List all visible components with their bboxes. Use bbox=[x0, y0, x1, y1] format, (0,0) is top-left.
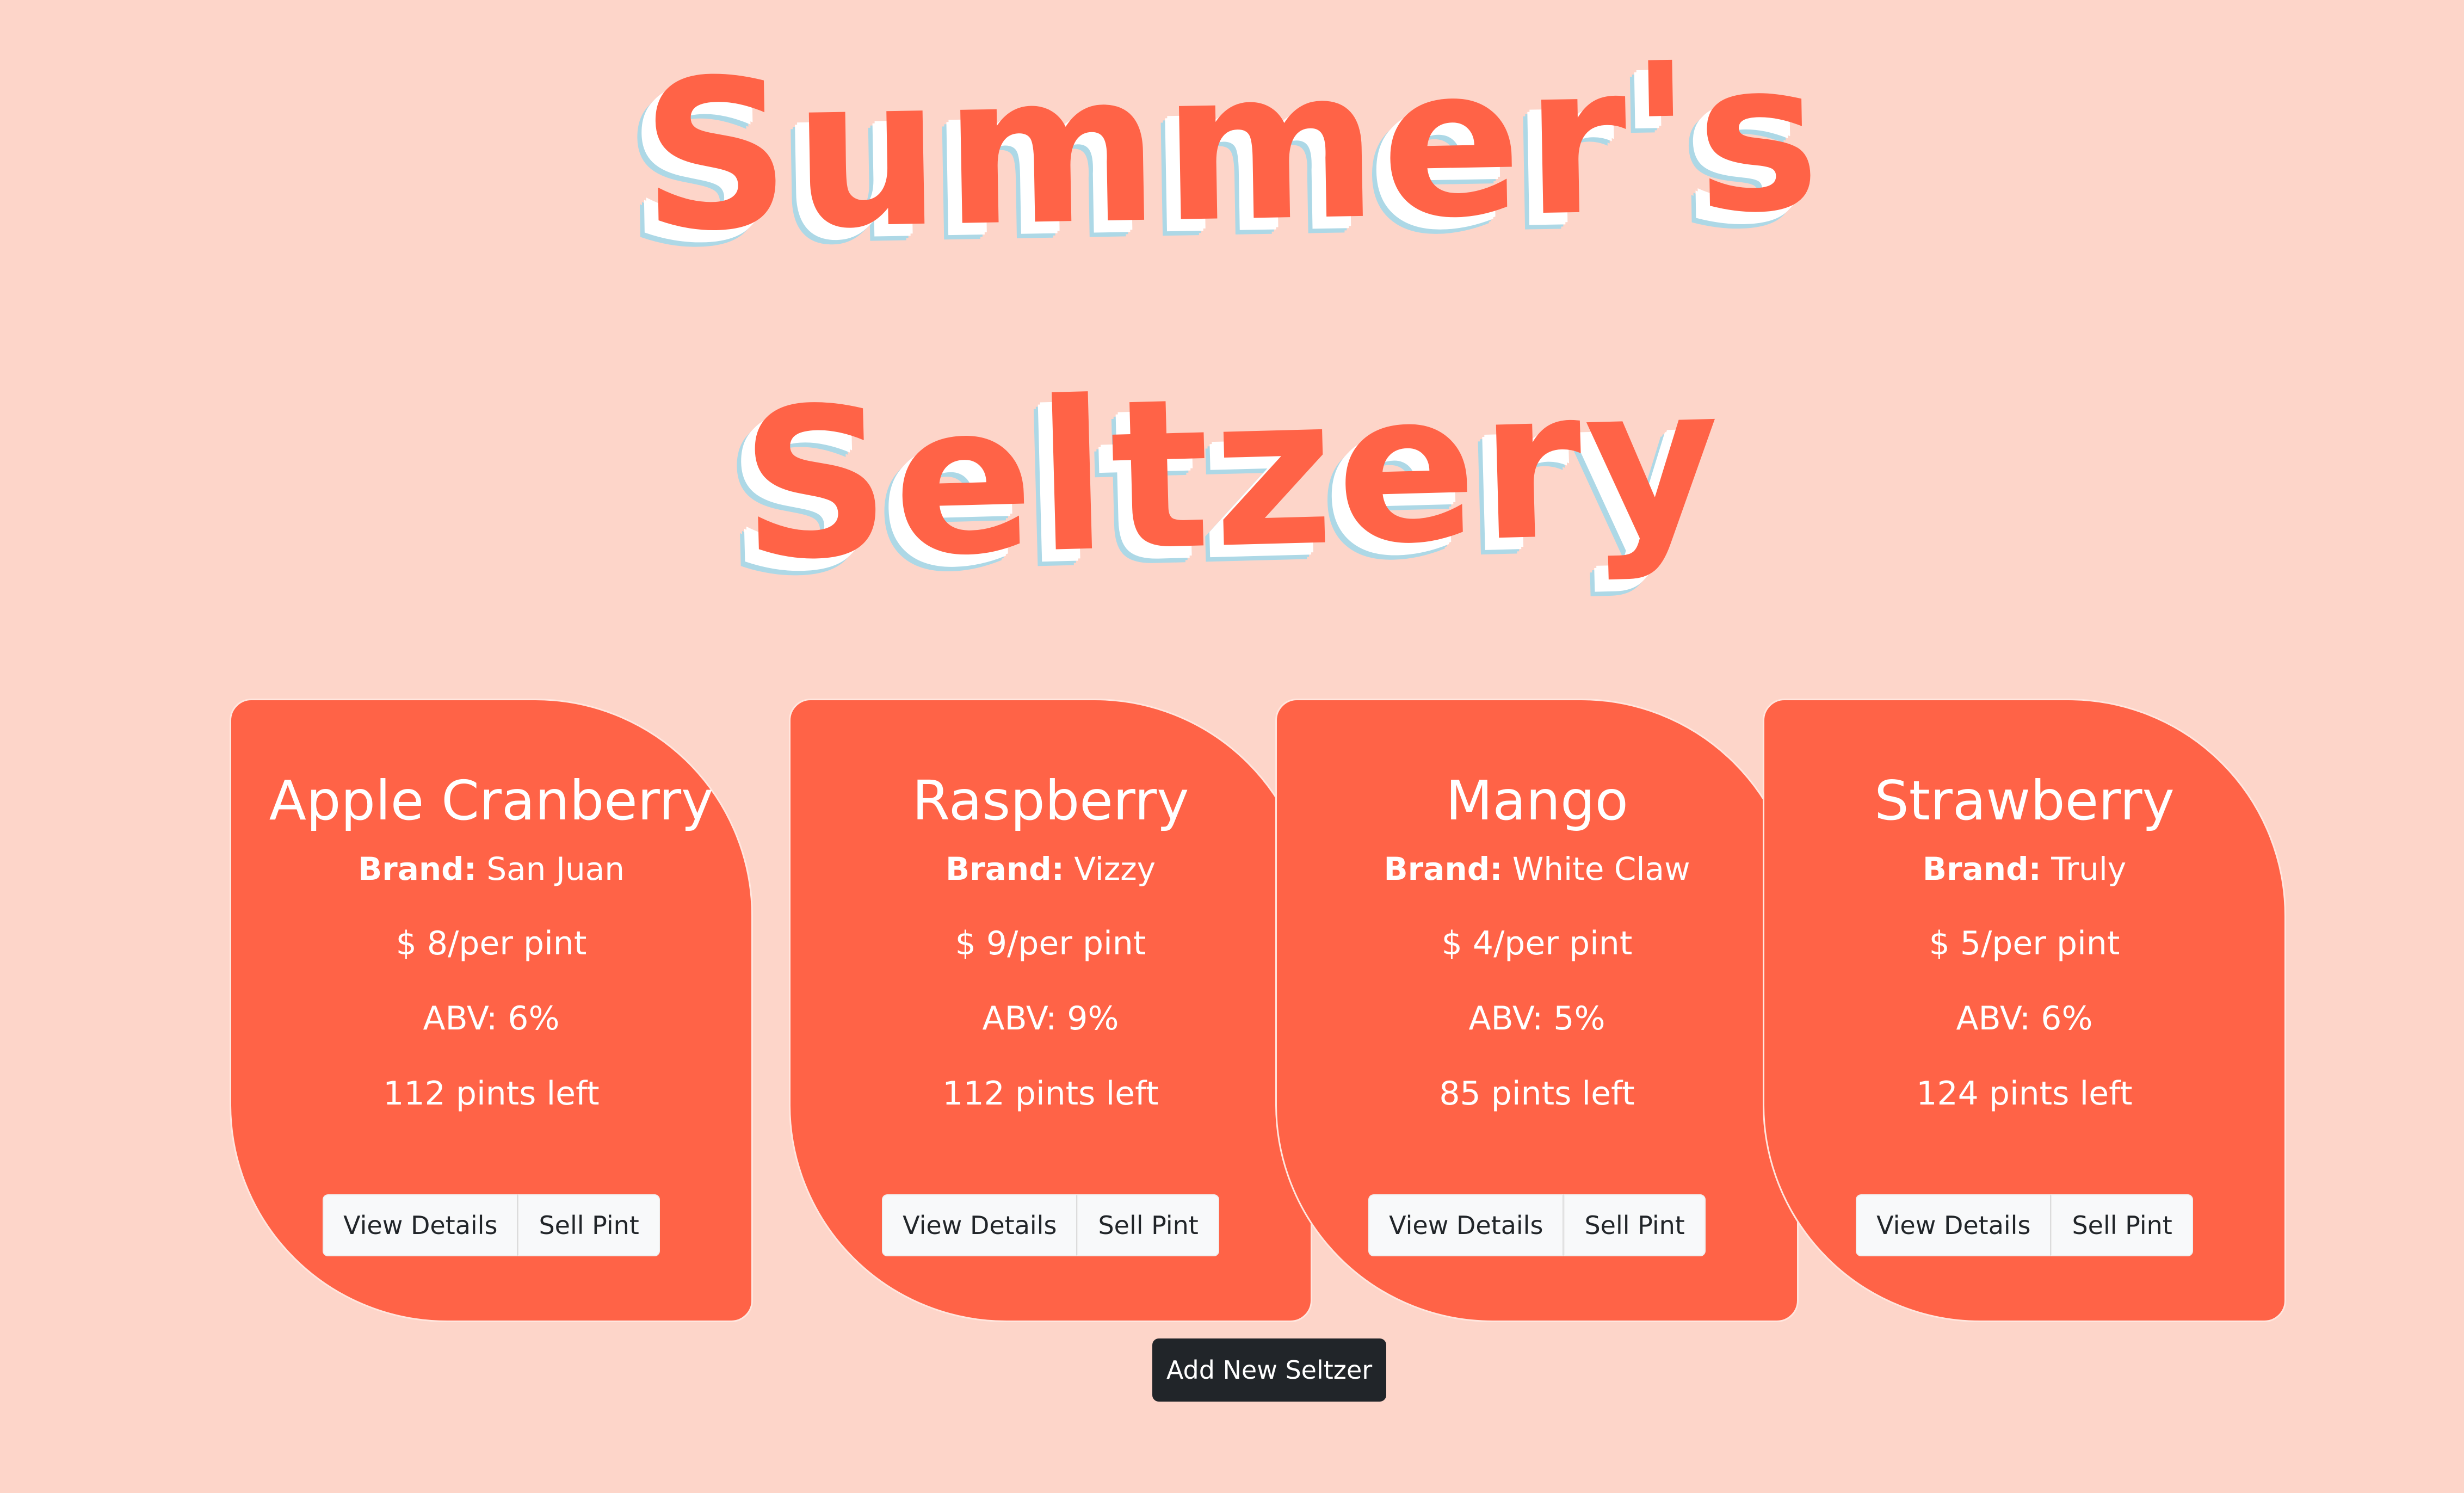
seltzer-abv: ABV: 5% bbox=[1468, 1000, 1605, 1038]
brand-label: Brand: bbox=[1384, 850, 1503, 887]
seltzer-pints-left: 124 pints left bbox=[1916, 1075, 2133, 1113]
seltzer-abv: ABV: 9% bbox=[982, 1000, 1119, 1038]
seltzer-brand: Brand: Truly bbox=[1764, 850, 2284, 887]
seltzer-price: $ 8/per pint bbox=[396, 924, 587, 963]
seltzer-card: Raspberry Brand: Vizzy $ 9/per pint ABV:… bbox=[789, 699, 1312, 1322]
brand-value: Truly bbox=[2051, 850, 2127, 887]
seltzer-name: Apple Cranberry bbox=[269, 769, 714, 832]
brand-value: Vizzy bbox=[1074, 850, 1156, 887]
sell-pint-button[interactable]: Sell Pint bbox=[518, 1194, 660, 1256]
seltzer-price: $ 4/per pint bbox=[1441, 924, 1633, 963]
brand-label: Brand: bbox=[945, 850, 1064, 887]
seltzer-name: Raspberry bbox=[912, 769, 1189, 832]
page-title-line-1: Summer's bbox=[639, 16, 1825, 277]
seltzer-name: Strawberry bbox=[1874, 769, 2175, 832]
seltzer-brand: Brand: White Claw bbox=[1277, 850, 1797, 887]
sell-pint-button[interactable]: Sell Pint bbox=[2051, 1194, 2193, 1256]
seltzer-price: $ 9/per pint bbox=[955, 924, 1146, 963]
brand-label: Brand: bbox=[357, 850, 477, 887]
seltzer-pints-left: 112 pints left bbox=[383, 1075, 600, 1113]
view-details-button[interactable]: View Details bbox=[323, 1194, 518, 1256]
sell-pint-button[interactable]: Sell Pint bbox=[1564, 1194, 1706, 1256]
page-title-line-2: Seltzery bbox=[738, 340, 1726, 607]
card-button-group: View Details Sell Pint bbox=[1277, 1194, 1797, 1256]
brand-value: San Juan bbox=[486, 850, 625, 887]
view-details-button[interactable]: View Details bbox=[1368, 1194, 1564, 1256]
view-details-button[interactable]: View Details bbox=[1856, 1194, 2052, 1256]
card-button-group: View Details Sell Pint bbox=[791, 1194, 1311, 1256]
card-button-group: View Details Sell Pint bbox=[231, 1194, 751, 1256]
brand-label: Brand: bbox=[1922, 850, 2041, 887]
view-details-button[interactable]: View Details bbox=[882, 1194, 1078, 1256]
sell-pint-button[interactable]: Sell Pint bbox=[1077, 1194, 1219, 1256]
seltzer-pints-left: 85 pints left bbox=[1439, 1075, 1635, 1113]
seltzer-price: $ 5/per pint bbox=[1929, 924, 2120, 963]
seltzer-name: Mango bbox=[1446, 769, 1628, 832]
seltzer-abv: ABV: 6% bbox=[1956, 1000, 2093, 1038]
card-button-group: View Details Sell Pint bbox=[1764, 1194, 2284, 1256]
seltzer-abv: ABV: 6% bbox=[423, 1000, 560, 1038]
seltzer-card: Strawberry Brand: Truly $ 5/per pint ABV… bbox=[1763, 699, 2286, 1322]
seltzer-brand: Brand: Vizzy bbox=[791, 850, 1311, 887]
add-new-seltzer-button[interactable]: Add New Seltzer bbox=[1152, 1338, 1386, 1402]
seltzer-card-list: Apple Cranberry Brand: San Juan $ 8/per … bbox=[230, 699, 2286, 1322]
seltzer-pints-left: 112 pints left bbox=[942, 1075, 1159, 1113]
seltzer-card: Mango Brand: White Claw $ 4/per pint ABV… bbox=[1275, 699, 1799, 1322]
seltzer-brand: Brand: San Juan bbox=[231, 850, 751, 887]
seltzer-card: Apple Cranberry Brand: San Juan $ 8/per … bbox=[230, 699, 753, 1322]
brand-value: White Claw bbox=[1512, 850, 1690, 887]
